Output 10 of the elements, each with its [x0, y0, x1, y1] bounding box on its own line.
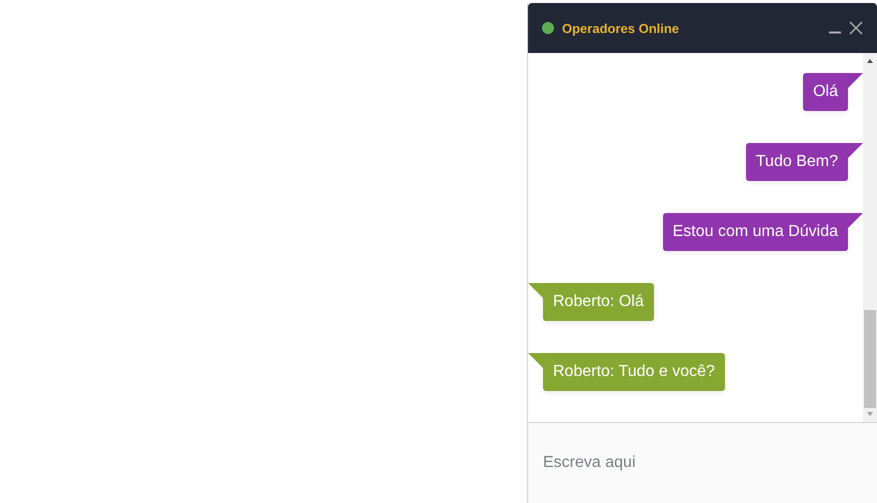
message-tail: [528, 353, 543, 368]
message-tail: [848, 73, 863, 88]
message-input-field[interactable]: Escreva aqui: [528, 423, 877, 503]
online-status-icon: [542, 22, 554, 34]
scrollbar[interactable]: [863, 53, 877, 422]
message-tail: [848, 143, 863, 158]
chat-title: Operadores Online: [562, 20, 680, 36]
close-icon[interactable]: [849, 21, 863, 35]
message-tail: [528, 283, 543, 298]
message-tail: [848, 213, 863, 228]
